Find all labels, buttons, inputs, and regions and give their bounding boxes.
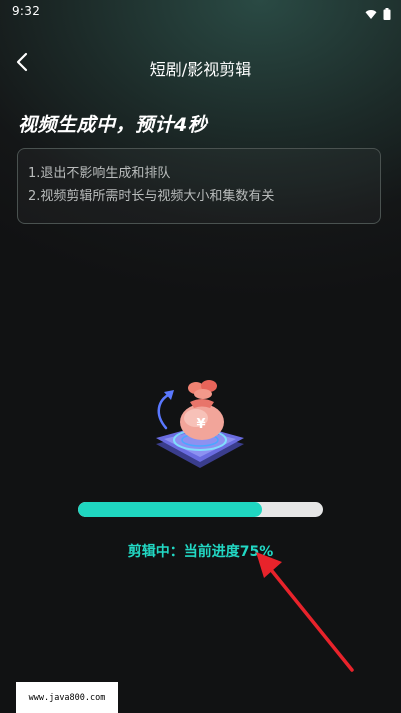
generation-headline: 视频生成中，预计4秒 [18, 114, 208, 136]
battery-icon [383, 5, 391, 24]
watermark: www.java800.com [16, 682, 118, 713]
status-time: 9:32 [12, 4, 41, 18]
progress-bar [78, 502, 323, 517]
wifi-icon [365, 5, 377, 24]
page-title: 短剧/影视剪辑 [149, 60, 252, 79]
tip-line: 1.退出不影响生成和排队 [28, 166, 171, 181]
money-bag-icon: ¥ [144, 370, 256, 474]
currency-symbol: ¥ [196, 417, 205, 432]
status-icons [365, 5, 391, 24]
tips-box: 1.退出不影响生成和排队 2.视频剪辑所需时长与视频大小和集数有关 [17, 148, 381, 224]
tip-line: 2.视频剪辑所需时长与视频大小和集数有关 [28, 189, 275, 204]
progress-fill [78, 502, 262, 517]
status-bar: 9:32 [0, 0, 401, 24]
progress-label: 剪辑中：当前进度75% [127, 544, 274, 560]
nav-bar: 短剧/影视剪辑 [0, 44, 401, 88]
annotation-arrow [256, 552, 354, 672]
